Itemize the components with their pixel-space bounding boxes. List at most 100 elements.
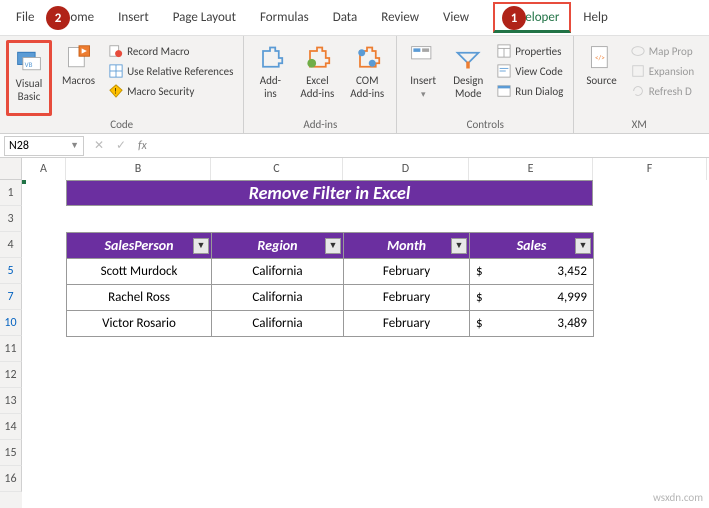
source-icon: </> (588, 44, 616, 72)
tab-insert[interactable]: Insert (106, 2, 161, 33)
row-header[interactable]: 11 (0, 336, 22, 362)
row-header[interactable]: 10 (0, 310, 22, 336)
insert-button[interactable]: Insert ▾ (403, 40, 443, 116)
tab-file[interactable]: File (4, 2, 46, 33)
table-row: Scott Murdock California February $3,452 (67, 259, 594, 285)
expansion-button: Expansion (627, 62, 698, 80)
cell-region[interactable]: California (212, 285, 344, 311)
enter-formula-icon: ✓ (110, 138, 132, 153)
source-button[interactable]: </> Source (580, 40, 622, 116)
macros-button[interactable]: Macros (56, 40, 101, 116)
ribbon-group-controls: Insert ▾ Design Mode Properties View Cod… (397, 36, 574, 133)
group-code-label: Code (6, 118, 237, 131)
row-header[interactable]: 5 (0, 258, 22, 284)
cell-month[interactable]: February (344, 285, 470, 311)
expansion-label: Expansion (649, 65, 694, 78)
run-dialog-icon (497, 84, 511, 98)
col-header-e[interactable]: E (469, 158, 593, 180)
svg-text:VB: VB (25, 60, 33, 69)
ribbon: VB Visual Basic Macros Record Macro Use … (0, 36, 709, 134)
relative-refs-label: Use Relative References (127, 65, 233, 78)
relative-refs-button[interactable]: Use Relative References (105, 62, 237, 80)
name-box-dropdown-icon[interactable]: ▼ (70, 140, 79, 151)
record-icon (109, 44, 123, 58)
row-header[interactable]: 14 (0, 414, 22, 440)
properties-button[interactable]: Properties (493, 42, 567, 60)
com-addins-label: COM Add-ins (350, 74, 384, 100)
col-header-d[interactable]: D (343, 158, 469, 180)
cell-sales[interactable]: $3,452 (470, 259, 594, 285)
cell-region[interactable]: California (212, 311, 344, 337)
run-dialog-button[interactable]: Run Dialog (493, 82, 567, 100)
view-code-button[interactable]: View Code (493, 62, 567, 80)
group-controls-label: Controls (403, 118, 567, 131)
tab-view[interactable]: View (431, 2, 493, 33)
group-addins-label: Add-ins (250, 118, 390, 131)
row-header[interactable]: 7 (0, 284, 22, 310)
header-region: Region▼ (212, 233, 344, 259)
row-header[interactable]: 4 (0, 232, 22, 258)
header-sales: Sales▼ (470, 233, 594, 259)
filter-button[interactable]: ▼ (575, 238, 591, 254)
grid-cells[interactable]: Remove Filter in Excel SalesPerson▼ Regi… (22, 180, 709, 508)
select-all-corner[interactable] (0, 158, 22, 180)
col-header-f[interactable]: F (593, 158, 707, 180)
row-header[interactable]: 1 (0, 180, 22, 206)
tab-help[interactable]: Help (571, 2, 619, 33)
cell-month[interactable]: February (344, 259, 470, 285)
tab-formulas[interactable]: Formulas (248, 2, 321, 33)
insert-controls-icon (409, 44, 437, 72)
cell-person[interactable]: Rachel Ross (67, 285, 212, 311)
cell-person[interactable]: Scott Murdock (67, 259, 212, 285)
ribbon-group-xml: </> Source Map Prop Expansion Refresh D … (574, 36, 704, 133)
design-mode-label: Design Mode (453, 74, 483, 100)
security-icon: ! (109, 84, 123, 98)
visual-basic-button[interactable]: VB Visual Basic (6, 40, 52, 116)
formula-bar: N28 ▼ ✕ ✓ fx (0, 134, 709, 158)
filter-button-active[interactable]: ▼ (325, 238, 341, 254)
watermark: wsxdn.com (653, 491, 703, 504)
cell-month[interactable]: February (344, 311, 470, 337)
tab-review[interactable]: Review (369, 2, 431, 33)
row-header[interactable]: 15 (0, 440, 22, 466)
sheet-title: Remove Filter in Excel (66, 180, 593, 206)
row-header[interactable]: 3 (0, 206, 22, 232)
group-xml-label: XM (580, 118, 698, 131)
record-macro-button[interactable]: Record Macro (105, 42, 237, 60)
map-icon (631, 44, 645, 58)
cell-sales[interactable]: $3,489 (470, 311, 594, 337)
filter-button-active[interactable]: ▼ (451, 238, 467, 254)
macro-security-button[interactable]: ! Macro Security (105, 82, 237, 100)
cell-person[interactable]: Victor Rosario (67, 311, 212, 337)
ribbon-tabs: File 2 ome Insert Page Layout Formulas D… (0, 0, 709, 36)
name-box[interactable]: N28 ▼ (4, 136, 84, 156)
visual-basic-label: Visual Basic (16, 77, 43, 103)
row-header[interactable]: 13 (0, 388, 22, 414)
refresh-button: Refresh D (627, 82, 698, 100)
map-props-label: Map Prop (649, 45, 693, 58)
tab-page-layout[interactable]: Page Layout (161, 2, 248, 33)
row-header[interactable]: 12 (0, 362, 22, 388)
col-header-a[interactable]: A (22, 158, 66, 180)
row-headers: 1 3 4 5 7 10 11 12 13 14 15 16 (0, 180, 22, 508)
design-mode-icon (454, 44, 482, 72)
filter-button[interactable]: ▼ (193, 238, 209, 254)
excel-addins-label: Excel Add-ins (300, 74, 334, 100)
fx-icon[interactable]: fx (138, 139, 147, 153)
properties-icon (497, 44, 511, 58)
cell-sales[interactable]: $4,999 (470, 285, 594, 311)
col-header-c[interactable]: C (211, 158, 343, 180)
design-mode-button[interactable]: Design Mode (447, 40, 489, 116)
addins-icon (256, 44, 284, 72)
addins-button[interactable]: Add- ins (250, 40, 290, 116)
excel-addins-button[interactable]: Excel Add-ins (294, 40, 340, 116)
expansion-icon (631, 64, 645, 78)
row-header[interactable]: 16 (0, 466, 22, 492)
com-addins-button[interactable]: COM Add-ins (344, 40, 390, 116)
cancel-formula-icon: ✕ (88, 138, 110, 153)
tab-data[interactable]: Data (321, 2, 370, 33)
cell-region[interactable]: California (212, 259, 344, 285)
macros-label: Macros (62, 74, 95, 87)
selection-marker (22, 180, 26, 184)
col-header-b[interactable]: B (66, 158, 211, 180)
